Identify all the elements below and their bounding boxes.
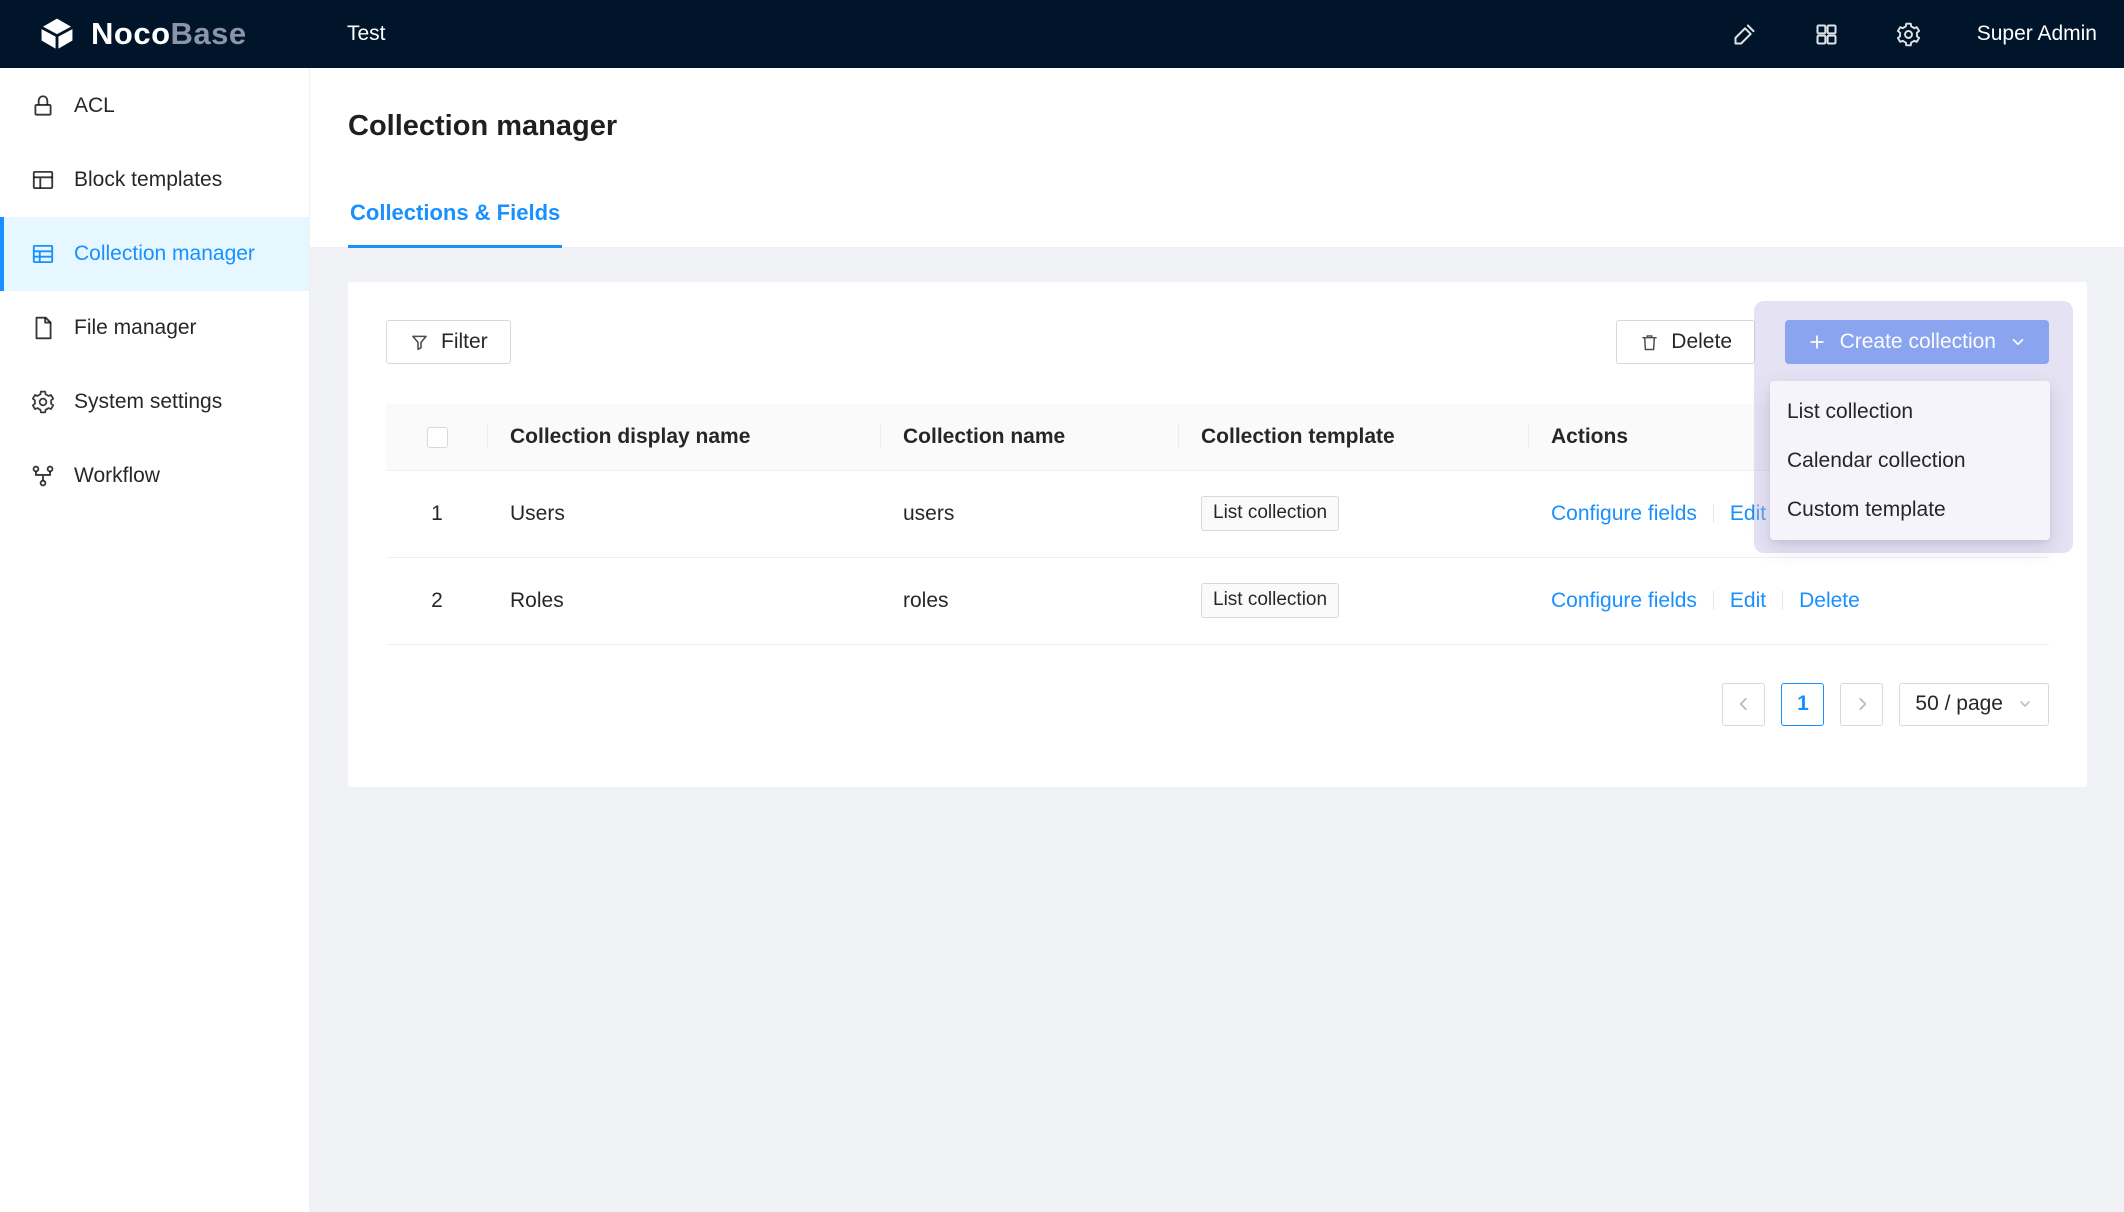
table-row: 2 Roles roles List collection Configure … bbox=[386, 557, 2049, 644]
layout-icon bbox=[30, 167, 56, 193]
plus-icon bbox=[1807, 332, 1827, 352]
column-header-display-name: Collection display name bbox=[488, 404, 881, 470]
topbar-actions: Super Admin bbox=[1731, 21, 2124, 48]
filter-funnel-icon bbox=[409, 332, 430, 353]
sidebar-item-block-templates[interactable]: Block templates bbox=[0, 143, 309, 217]
chevron-down-icon bbox=[2009, 333, 2027, 351]
page-header: Collection manager Collections & Fields bbox=[310, 68, 2124, 248]
nocobase-logo[interactable]: NocoBase bbox=[0, 15, 310, 53]
sidebar-item-label: Collection manager bbox=[74, 242, 255, 266]
sidebar-item-file-manager[interactable]: File manager bbox=[0, 291, 309, 365]
template-cell: List collection bbox=[1179, 470, 1529, 557]
sidebar-item-label: Block templates bbox=[74, 168, 222, 192]
template-cell: List collection bbox=[1179, 557, 1529, 644]
plugins-grid-icon[interactable] bbox=[1813, 21, 1840, 48]
ui-editor-pen-icon[interactable] bbox=[1731, 21, 1758, 48]
top-navbar: NocoBase Test Super Admin bbox=[0, 0, 2124, 68]
edit-link[interactable]: Edit bbox=[1730, 589, 1766, 612]
sidebar-item-label: Workflow bbox=[74, 464, 160, 488]
content-area: Filter Delete bbox=[310, 248, 2124, 787]
collections-card: Filter Delete bbox=[348, 282, 2087, 787]
create-collection-button[interactable]: Create collection bbox=[1785, 320, 2049, 364]
gear-icon bbox=[30, 389, 56, 415]
page-size-select[interactable]: 50 / page bbox=[1899, 683, 2049, 726]
menu-item-calendar-collection[interactable]: Calendar collection bbox=[1770, 436, 2050, 485]
select-all-checkbox[interactable] bbox=[427, 427, 448, 448]
name-cell: users bbox=[881, 470, 1179, 557]
column-header-template: Collection template bbox=[1179, 404, 1529, 470]
template-tag: List collection bbox=[1201, 583, 1339, 618]
top-menu: Test bbox=[343, 22, 390, 46]
settings-sidebar: ACL Block templates Collection manager F… bbox=[0, 68, 310, 1212]
action-divider bbox=[1713, 591, 1714, 610]
tabs-bar: Collections & Fields bbox=[348, 200, 562, 248]
menu-item-list-collection[interactable]: List collection bbox=[1770, 387, 2050, 436]
sidebar-item-workflow[interactable]: Workflow bbox=[0, 439, 309, 513]
actions-cell: Configure fields Edit Delete bbox=[1529, 557, 2049, 644]
sidebar-item-system-settings[interactable]: System settings bbox=[0, 365, 309, 439]
action-divider bbox=[1713, 504, 1714, 523]
column-header-name: Collection name bbox=[881, 404, 1179, 470]
logo-text-bold: Noco bbox=[91, 16, 171, 51]
filter-button-label: Filter bbox=[441, 330, 488, 354]
pagination: 1 50 / page bbox=[386, 683, 2049, 726]
table-icon bbox=[30, 241, 56, 267]
menu-item-custom-template[interactable]: Custom template bbox=[1770, 485, 2050, 534]
trash-icon bbox=[1639, 332, 1660, 353]
pagination-next-button[interactable] bbox=[1840, 683, 1883, 726]
configure-fields-link[interactable]: Configure fields bbox=[1551, 589, 1697, 612]
settings-gear-icon[interactable] bbox=[1895, 21, 1922, 48]
file-icon bbox=[30, 315, 56, 341]
filter-button[interactable]: Filter bbox=[386, 320, 511, 364]
delete-link[interactable]: Delete bbox=[1799, 589, 1860, 612]
logo-text-light: Base bbox=[171, 16, 247, 51]
workflow-icon bbox=[30, 463, 56, 489]
delete-button[interactable]: Delete bbox=[1616, 320, 1755, 364]
name-cell: roles bbox=[881, 557, 1179, 644]
sidebar-item-collection-manager[interactable]: Collection manager bbox=[0, 217, 309, 291]
create-collection-dropdown: List collection Calendar collection Cust… bbox=[1770, 381, 2050, 540]
display-name-cell: Users bbox=[488, 470, 881, 557]
edit-link[interactable]: Edit bbox=[1730, 502, 1766, 525]
template-tag: List collection bbox=[1201, 496, 1339, 531]
delete-button-label: Delete bbox=[1671, 330, 1732, 354]
nav-item-test[interactable]: Test bbox=[343, 14, 390, 53]
chevron-down-icon bbox=[2017, 696, 2033, 712]
main-area: Collection manager Collections & Fields … bbox=[310, 68, 2124, 1212]
sidebar-item-label: File manager bbox=[74, 316, 197, 340]
sidebar-item-label: System settings bbox=[74, 390, 222, 414]
sidebar-item-acl[interactable]: ACL bbox=[0, 69, 309, 143]
configure-fields-link[interactable]: Configure fields bbox=[1551, 502, 1697, 525]
current-user[interactable]: Super Admin bbox=[1977, 22, 2097, 46]
pagination-page-1[interactable]: 1 bbox=[1781, 683, 1824, 726]
page-title: Collection manager bbox=[348, 68, 2124, 143]
action-divider bbox=[1782, 591, 1783, 610]
pagination-prev-button[interactable] bbox=[1722, 683, 1765, 726]
nocobase-logo-icon bbox=[38, 15, 76, 53]
tab-collections-and-fields[interactable]: Collections & Fields bbox=[348, 200, 562, 248]
sidebar-item-label: ACL bbox=[74, 94, 115, 118]
row-index-cell[interactable]: 2 bbox=[386, 557, 488, 644]
chevron-left-icon bbox=[1735, 695, 1753, 713]
display-name-cell: Roles bbox=[488, 557, 881, 644]
lock-icon bbox=[30, 93, 56, 119]
chevron-right-icon bbox=[1853, 695, 1871, 713]
page-size-value: 50 / page bbox=[1915, 692, 2003, 716]
row-index-cell[interactable]: 1 bbox=[386, 470, 488, 557]
logo-text: NocoBase bbox=[91, 16, 247, 52]
select-all-header-cell bbox=[386, 404, 488, 470]
create-collection-label: Create collection bbox=[1840, 330, 1996, 354]
